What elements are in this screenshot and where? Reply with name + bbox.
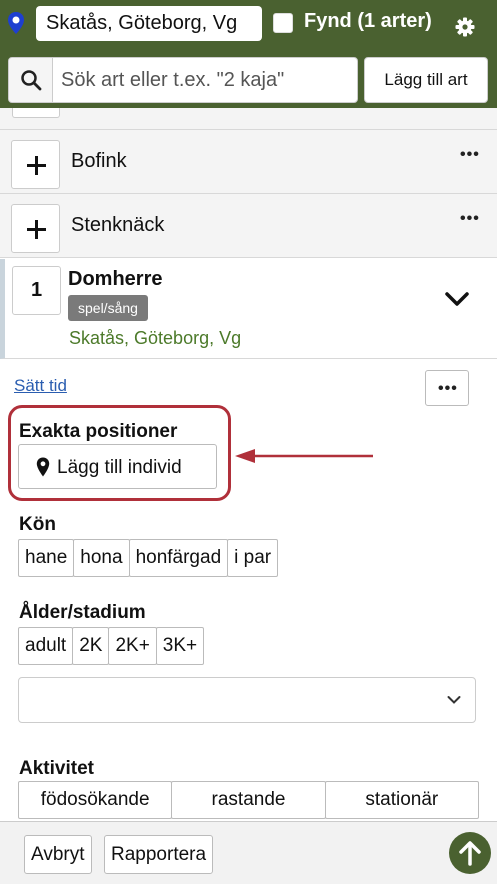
cancel-button[interactable]: Avbryt: [24, 835, 92, 874]
arrow-up-icon: [459, 841, 481, 866]
species-name[interactable]: Bofink: [71, 150, 127, 173]
add-individual-label: Lägg till individ: [57, 457, 182, 478]
add-species-button[interactable]: Lägg till art: [364, 57, 488, 103]
location-selector[interactable]: Skatås, Göteborg, Vg: [36, 6, 262, 41]
bottom-bar: Avbryt Rapportera: [0, 821, 497, 884]
location-pin-icon[interactable]: [6, 11, 26, 35]
species-row-partial: [0, 108, 497, 130]
search-icon: [21, 70, 42, 91]
sex-option[interactable]: honfärgad: [128, 539, 229, 577]
species-row[interactable]: Stenknäck •••: [0, 194, 497, 258]
expanded-species-header[interactable]: 1 Domherre spel/sång Skatås, Göteborg, V…: [0, 259, 497, 359]
more-options-icon: •••: [438, 380, 458, 397]
add-individual-button[interactable]: Lägg till individ: [18, 444, 217, 489]
age-options: adult 2K 2K+ 3K+: [18, 627, 205, 665]
activity-options: födosökande rastande stationär: [18, 781, 479, 821]
top-bar: Skatås, Göteborg, Vg Fynd (1 arter) Lägg…: [0, 0, 497, 108]
add-count-button[interactable]: [11, 140, 60, 189]
sex-option[interactable]: i par: [227, 539, 279, 577]
gear-icon[interactable]: [454, 16, 476, 38]
age-option[interactable]: 2K: [72, 627, 110, 665]
more-options-icon[interactable]: •••: [460, 147, 480, 163]
annotation-arrow-icon: [235, 449, 373, 463]
age-option[interactable]: adult: [18, 627, 74, 665]
map-marker-icon: [36, 457, 50, 477]
age-label: Ålder/stadium: [19, 602, 146, 623]
scroll-to-top-button[interactable]: [449, 832, 491, 874]
search-input[interactable]: [61, 58, 351, 102]
count-box[interactable]: 1: [12, 266, 61, 315]
fynd-checkbox[interactable]: [273, 13, 293, 33]
age-option[interactable]: 2K+: [108, 627, 157, 665]
activity-label: Aktivitet: [19, 758, 94, 779]
activity-option[interactable]: stationär: [324, 781, 479, 819]
sex-option[interactable]: hona: [73, 539, 130, 577]
add-count-button-partial[interactable]: [12, 108, 60, 118]
chevron-down-icon[interactable]: [443, 289, 471, 309]
exact-positions-label: Exakta positioner: [19, 421, 178, 442]
search-field: [8, 57, 358, 103]
age-stage-select[interactable]: [18, 677, 476, 723]
activity-option[interactable]: födosökande: [18, 781, 173, 819]
fynd-label[interactable]: Fynd (1 arter): [304, 10, 432, 33]
more-options-icon[interactable]: •••: [460, 211, 480, 227]
activity-option[interactable]: rastande: [171, 781, 326, 819]
more-options-button[interactable]: •••: [425, 370, 469, 406]
chevron-down-icon: [447, 696, 461, 704]
age-option[interactable]: 3K+: [155, 627, 205, 665]
species-row[interactable]: Bofink •••: [0, 130, 497, 194]
sex-options: hane hona honfärgad i par: [18, 539, 279, 577]
set-time-link[interactable]: Sätt tid: [14, 376, 67, 396]
activity-tag: spel/sång: [68, 295, 148, 321]
sex-option[interactable]: hane: [18, 539, 75, 577]
sex-label: Kön: [19, 514, 56, 535]
add-count-button[interactable]: [11, 204, 60, 253]
species-name[interactable]: Stenknäck: [71, 214, 164, 237]
species-name: Domherre: [68, 268, 163, 290]
search-button[interactable]: [9, 58, 53, 102]
observation-location[interactable]: Skatås, Göteborg, Vg: [69, 328, 241, 349]
report-button[interactable]: Rapportera: [104, 835, 214, 874]
